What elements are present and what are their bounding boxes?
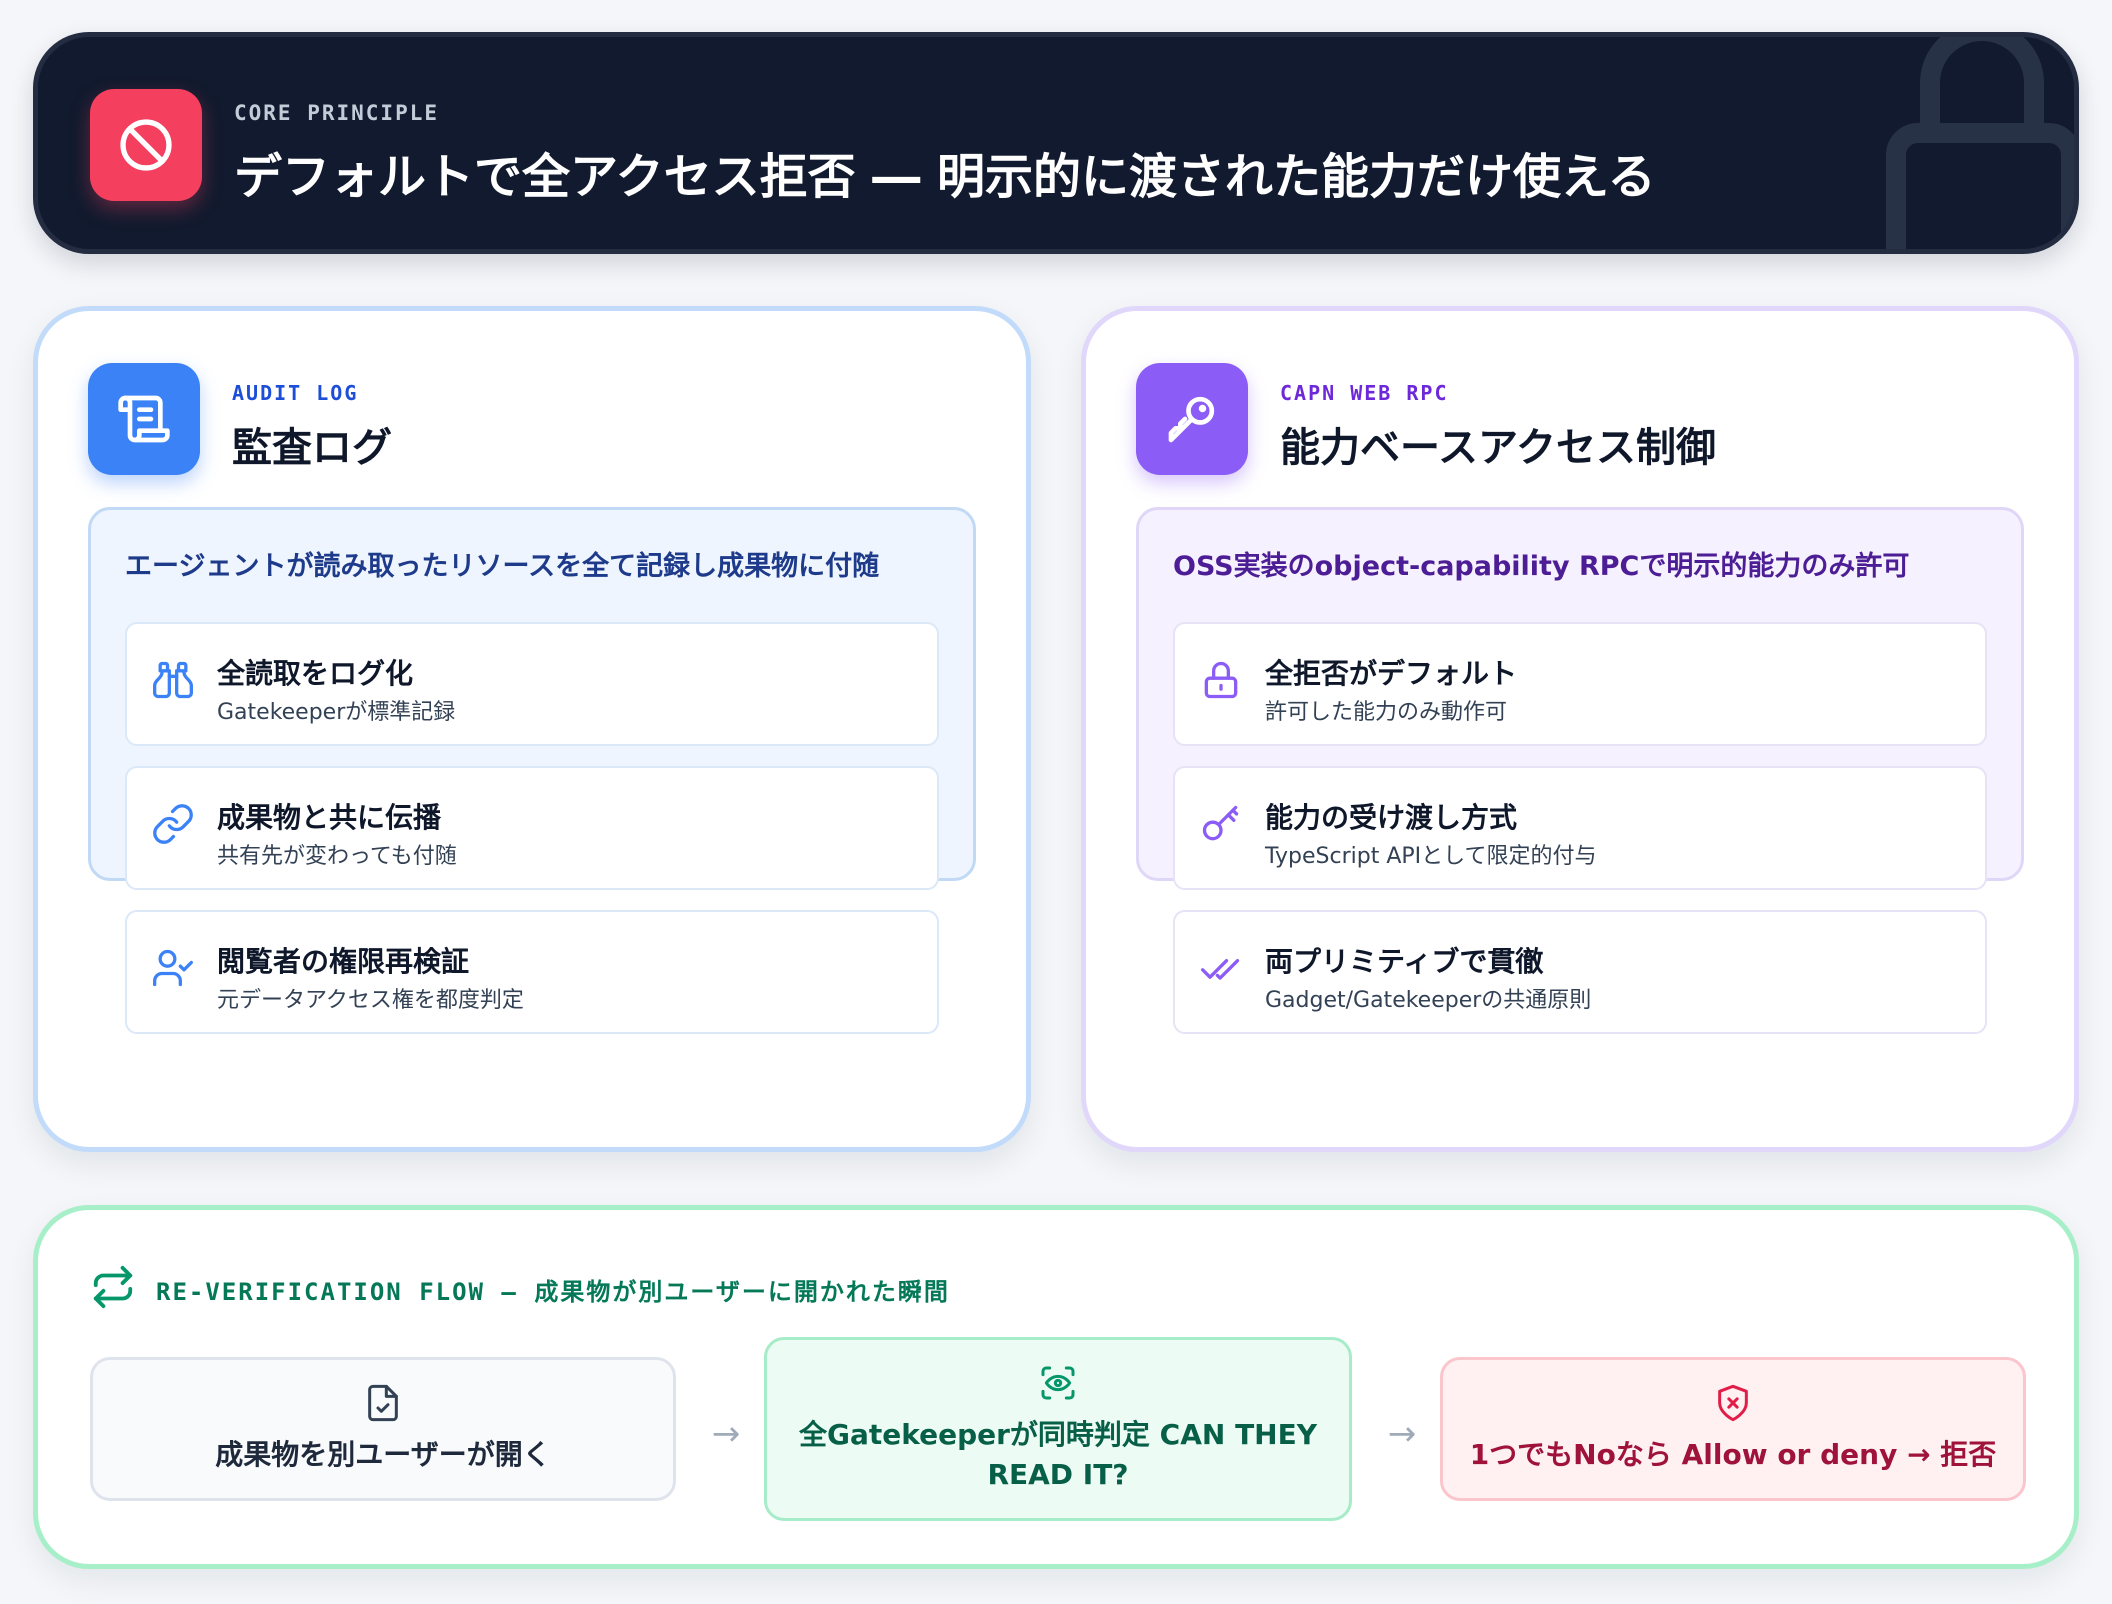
capn-title: 能力ベースアクセス制御 [1280,425,1716,471]
capn-detail-panel: OSS実装のobject-capability RPCで明示的能力のみ許可 全拒… [1136,507,2024,1034]
item-title: 全拒否がデフォルト [1265,657,1518,690]
step-label: 全Gatekeeperが同時判定 CAN THEY READ IT? [798,1418,1318,1491]
item-title: 成果物と共に伝播 [217,801,442,834]
list-item: 成果物と共に伝播 共有先が変わっても付随 [125,766,939,890]
flow-step-deny: 1つでもNoなら Allow or deny → 拒否 [1440,1357,2026,1501]
flow-step-judge: 全Gatekeeperが同時判定 CAN THEY READ IT? [764,1337,1352,1521]
reverification-flow: RE-VERIFICATION FLOW – 成果物が別ユーザーに開かれた瞬間 … [33,1205,2079,1569]
item-title: 両プリミティブで貫徹 [1265,945,1544,978]
scroll-icon [88,363,200,475]
flow-heading: RE-VERIFICATION FLOW – 成果物が別ユーザーに開かれた瞬間 [156,1278,950,1306]
file-check-icon [363,1383,403,1423]
step-label: 1つでもNoなら Allow or deny → 拒否 [1469,1438,1997,1471]
capn-headline: OSS実装のobject-capability RPCで明示的能力のみ許可 [1173,551,1910,582]
item-title: 閲覧者の権限再検証 [217,945,470,978]
arrow-icon: → [1387,1414,1417,1454]
user-check-icon [151,946,195,990]
item-subtitle: 共有先が変わっても付随 [217,844,457,869]
lock-watermark-icon [1876,37,2074,249]
key-icon [1136,363,1248,475]
item-subtitle: Gatekeeperが標準記録 [217,700,456,725]
check-double-icon [1199,946,1243,990]
link-icon [151,802,195,846]
core-principle-banner: CORE PRINCIPLE デフォルトで全アクセス拒否 ― 明示的に渡された能… [33,32,2079,254]
audit-title: 監査ログ [232,425,392,471]
list-item: 全拒否がデフォルト 許可した能力のみ動作可 [1173,622,1987,746]
item-subtitle: 元データアクセス権を都度判定 [217,988,524,1013]
arrow-icon: → [711,1414,741,1454]
capability-card: CAPN WEB RPC 能力ベースアクセス制御 OSS実装のobject-ca… [1081,306,2079,1152]
list-item: 全読取をログ化 Gatekeeperが標準記録 [125,622,939,746]
item-subtitle: 許可した能力のみ動作可 [1265,700,1508,725]
list-item: 閲覧者の権限再検証 元データアクセス権を都度判定 [125,910,939,1034]
item-subtitle: TypeScript APIとして限定的付与 [1265,844,1597,869]
audit-headline: エージェントが読み取ったリソースを全て記録し成果物に付随 [125,551,880,582]
capn-kicker: CAPN WEB RPC [1280,381,1449,405]
scan-eye-icon [1038,1363,1078,1403]
audit-log-card: AUDIT LOG 監査ログ エージェントが読み取ったリソースを全て記録し成果物… [33,306,1031,1152]
ban-icon [90,89,202,201]
banner-kicker: CORE PRINCIPLE [234,101,440,125]
item-subtitle: Gadget/Gatekeeperの共通原則 [1265,988,1592,1013]
audit-kicker: AUDIT LOG [232,381,359,405]
step-label: 成果物を別ユーザーが開く [215,1438,551,1471]
shield-x-icon [1713,1383,1753,1423]
item-title: 全読取をログ化 [217,657,414,690]
binoculars-icon [151,658,195,702]
repeat-icon [90,1264,136,1314]
list-item: 能力の受け渡し方式 TypeScript APIとして限定的付与 [1173,766,1987,890]
banner-title: デフォルトで全アクセス拒否 ― 明示的に渡された能力だけ使える [234,149,1656,205]
lock-icon [1199,658,1243,702]
key-icon [1199,802,1243,846]
flow-step-open: 成果物を別ユーザーが開く [90,1357,676,1501]
item-title: 能力の受け渡し方式 [1265,801,1518,834]
audit-detail-panel: エージェントが読み取ったリソースを全て記録し成果物に付随 全読取をログ化 Gat… [88,507,976,1034]
list-item: 両プリミティブで貫徹 Gadget/Gatekeeperの共通原則 [1173,910,1987,1034]
